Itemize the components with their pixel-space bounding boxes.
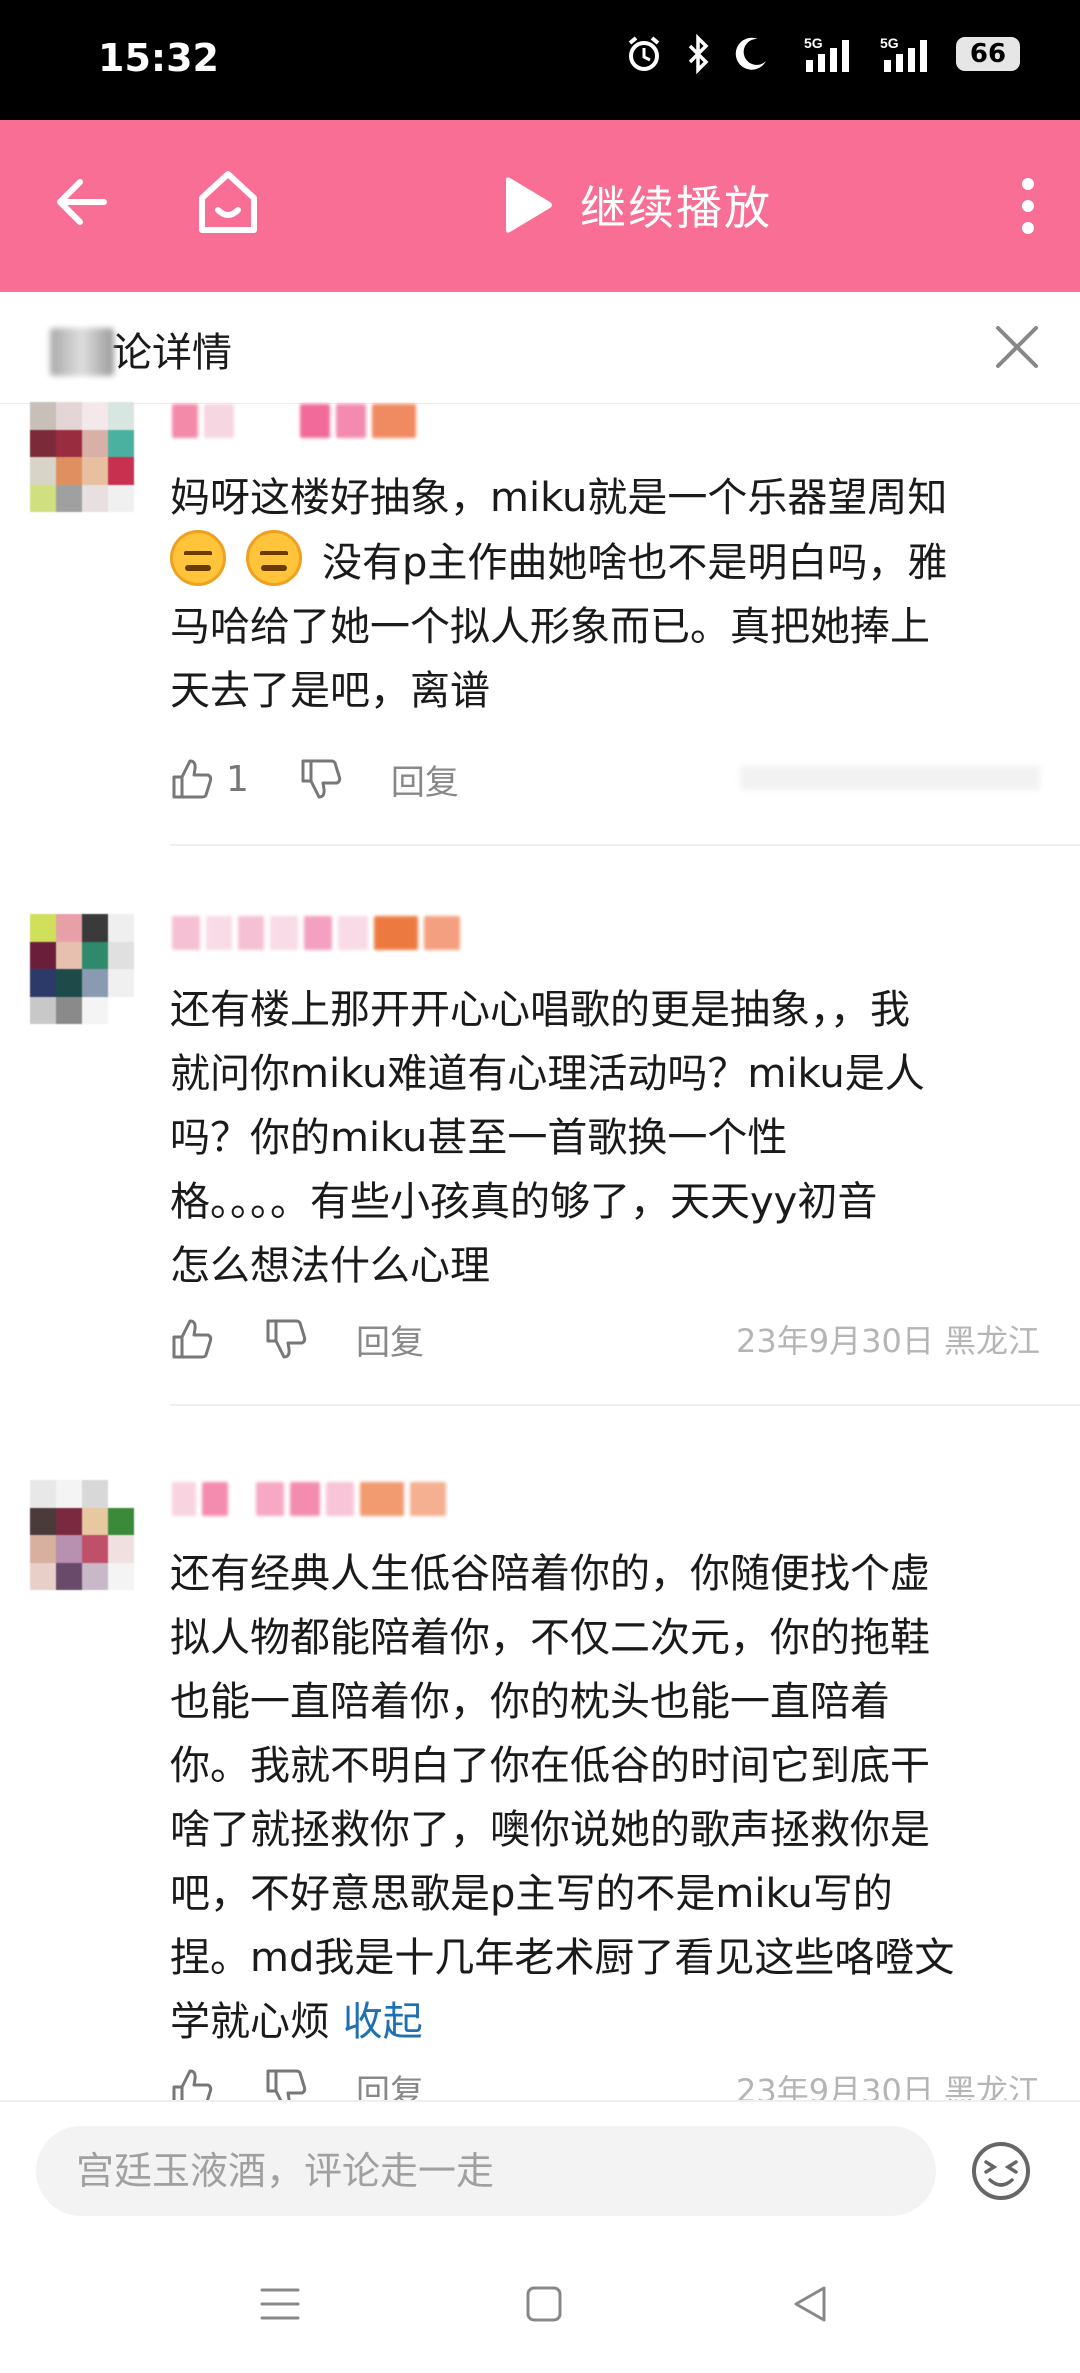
grimace-emoji-icon bbox=[246, 530, 302, 586]
comment-line: 吗？你的miku甚至一首歌换一个性 bbox=[170, 1115, 788, 1161]
comment-line: 格。。。。有些小孩真的够了，天天yy初音 bbox=[170, 1179, 878, 1225]
home-icon[interactable] bbox=[196, 168, 260, 236]
comment-detail-header: 论详情 bbox=[0, 292, 1080, 404]
comment-line: 学就心烦 收起 bbox=[170, 1990, 1030, 2054]
reply-button[interactable]: 回复 bbox=[391, 755, 459, 804]
avatar[interactable] bbox=[30, 914, 134, 1024]
comment-meta: 23年9月30日 黑龙江 bbox=[736, 1322, 1040, 1360]
like-count: 1 bbox=[226, 758, 249, 800]
more-options-icon[interactable] bbox=[1020, 178, 1036, 234]
comment-line: 就问你miku难道有心理活动吗？miku是人 bbox=[170, 1051, 925, 1097]
svg-text:5G: 5G bbox=[880, 35, 899, 51]
play-icon bbox=[506, 177, 552, 233]
username-mosaic bbox=[172, 1482, 446, 1516]
dislike-icon[interactable] bbox=[264, 1317, 308, 1361]
comment-item: 还有经典人生低谷陪着你的，你随便找个虚 拟人物都能陪着你，不仅二次元，你的拖鞋 … bbox=[0, 1450, 1080, 2113]
comment-line: 啥了就拯救你了，噢你说她的歌声拯救你是 bbox=[170, 1807, 930, 1853]
grimace-emoji-icon bbox=[170, 530, 226, 586]
comment-line: 也能一直陪着你，你的枕头也能一直陪着 bbox=[170, 1679, 890, 1725]
continue-play-button[interactable]: 继续播放 bbox=[498, 172, 772, 238]
title-mosaic bbox=[50, 328, 114, 376]
comment-line: 还有经典人生低谷陪着你的，你随便找个虚 bbox=[170, 1551, 930, 1597]
comment-line: 还有楼上那开开心心唱歌的更是抽象，，我 bbox=[170, 987, 910, 1033]
comment-line: 天去了是吧，离谱 bbox=[170, 668, 490, 714]
comment-line: 捏。md我是十几年老术厨了看见这些咯噔文 bbox=[170, 1935, 955, 1981]
comment-text: 还有经典人生低谷陪着你的，你随便找个虚 拟人物都能陪着你，不仅二次元，你的拖鞋 … bbox=[170, 1542, 1030, 2054]
comment-input[interactable]: 宫廷玉液酒，评论走一走 bbox=[36, 2126, 936, 2216]
comment-item: 还有楼上那开开心心唱歌的更是抽象，，我 就问你miku难道有心理活动吗？miku… bbox=[0, 900, 1080, 1406]
comment-line: 怎么想法什么心理 bbox=[170, 1243, 490, 1289]
emoji-icon[interactable] bbox=[970, 2140, 1032, 2202]
system-nav-bar bbox=[0, 2240, 1080, 2373]
comment-line: 没有p主作曲她啥也不是明白吗，雅 bbox=[170, 530, 1030, 595]
page-title: 论详情 bbox=[112, 330, 232, 376]
comment-actions: 1 回复 bbox=[170, 754, 1040, 804]
signal-5g-icon-2: 5G bbox=[880, 35, 927, 72]
close-icon[interactable] bbox=[992, 322, 1042, 372]
comment-line-text: 学就心烦 bbox=[170, 1999, 330, 2045]
comment-actions: 回复 23年9月30日 黑龙江 bbox=[170, 1314, 1040, 1364]
bluetooth-icon bbox=[688, 34, 709, 74]
alarm-icon bbox=[628, 36, 660, 71]
comment-item: 妈呀这楼好抽象，miku就是一个乐器望周知 没有p主作曲她啥也不是明白吗，雅 马… bbox=[0, 400, 1080, 850]
status-icons: 5G 5G 66 bbox=[624, 34, 1020, 74]
username-mosaic bbox=[172, 916, 460, 950]
comment-text: 还有楼上那开开心心唱歌的更是抽象，，我 就问你miku难道有心理活动吗？miku… bbox=[170, 978, 1030, 1298]
divider bbox=[170, 1404, 1080, 1406]
comment-line: 马哈给了她一个拟人形象而已。真把她捧上 bbox=[170, 604, 930, 650]
like-icon[interactable] bbox=[170, 757, 214, 801]
reply-button[interactable]: 回复 bbox=[356, 1315, 424, 1364]
status-bar: 15:32 5G 5G 66 bbox=[0, 0, 1080, 120]
top-bar: 继续播放 bbox=[0, 120, 1080, 292]
username-mosaic bbox=[172, 404, 416, 438]
back-nav-icon[interactable] bbox=[790, 2284, 830, 2324]
continue-play-label: 继续播放 bbox=[580, 181, 772, 235]
comment-text: 妈呀这楼好抽象，miku就是一个乐器望周知 没有p主作曲她啥也不是明白吗，雅 马… bbox=[170, 466, 1030, 723]
comment-line: 拟人物都能陪着你，不仅二次元，你的拖鞋 bbox=[170, 1615, 930, 1661]
comment-line: 妈呀这楼好抽象，miku就是一个乐器望周知 bbox=[170, 475, 948, 521]
status-time: 15:32 bbox=[98, 36, 219, 80]
collapse-link[interactable]: 收起 bbox=[343, 1999, 423, 2045]
battery-indicator: 66 bbox=[956, 37, 1020, 71]
avatar[interactable] bbox=[30, 402, 134, 512]
comment-line: 你。我就不明白了你在低谷的时间它到底干 bbox=[170, 1743, 930, 1789]
meta-mosaic bbox=[740, 766, 1040, 790]
home-nav-icon[interactable] bbox=[524, 2284, 564, 2324]
comment-line-text: 没有p主作曲她啥也不是明白吗，雅 bbox=[322, 540, 948, 586]
back-arrow-icon[interactable] bbox=[52, 172, 112, 232]
like-icon[interactable] bbox=[170, 1317, 214, 1361]
moon-icon bbox=[735, 37, 766, 70]
dislike-icon[interactable] bbox=[299, 757, 343, 801]
svg-text:5G: 5G bbox=[804, 35, 823, 51]
menu-nav-icon[interactable] bbox=[258, 2284, 302, 2324]
comment-input-area: 宫廷玉液酒，评论走一走 bbox=[0, 2100, 1080, 2240]
signal-5g-icon: 5G bbox=[804, 35, 849, 72]
divider bbox=[170, 844, 1080, 846]
comment-line: 吧，不好意思歌是p主写的不是miku写的 bbox=[170, 1871, 893, 1917]
avatar[interactable] bbox=[30, 1480, 134, 1590]
